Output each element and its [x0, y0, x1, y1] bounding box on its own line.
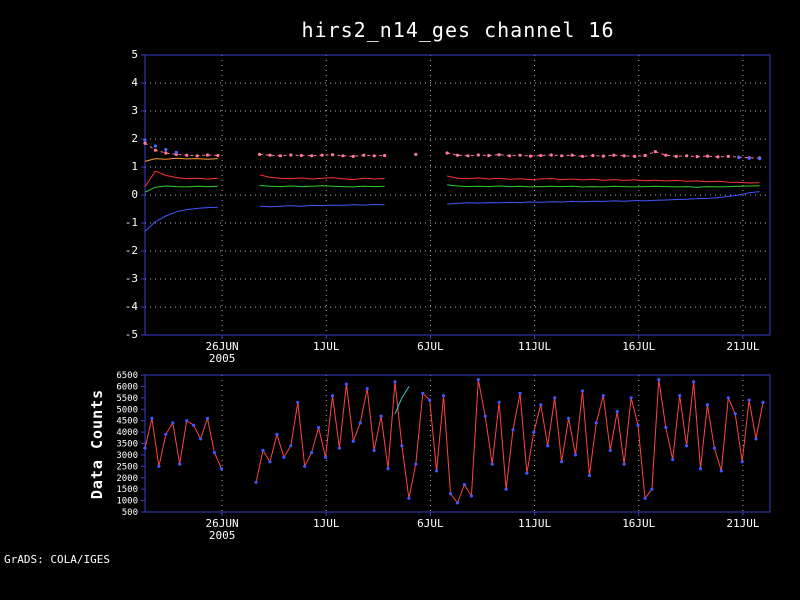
svg-text:11JUL: 11JUL	[518, 340, 551, 353]
bottom-chart: 26JUN20051JUL 6JUL 11JUL 16JUL 21JUL65006000…	[116, 371, 771, 542]
svg-text:1JUL: 1JUL	[313, 517, 340, 530]
svg-text:2005: 2005	[209, 529, 236, 542]
svg-text:6JUL: 6JUL	[417, 340, 444, 353]
grads-window: 26JUN 2005 1JUL 6JUL 11JUL 16JUL 21JUL 5 4 3 2 1 0 -1…	[0, 0, 800, 600]
svg-text:3000: 3000	[116, 451, 138, 461]
svg-text:-1: -1	[125, 216, 138, 229]
top-chart: 26JUN20051JUL 6JUL 11JUL 16JUL 21JUL543210-1…	[125, 48, 771, 365]
svg-text:1JUL: 1JUL	[313, 340, 340, 353]
svg-text:5000: 5000	[116, 405, 138, 415]
svg-text:1500: 1500	[116, 485, 138, 495]
svg-text:2500: 2500	[116, 462, 138, 472]
svg-text:-4: -4	[125, 300, 139, 313]
svg-text:2000: 2000	[116, 474, 138, 484]
svg-text:1000: 1000	[116, 497, 138, 507]
svg-text:3500: 3500	[116, 440, 138, 450]
svg-text:2005: 2005	[209, 352, 236, 365]
svg-text:21JUL: 21JUL	[726, 517, 759, 530]
svg-text:4: 4	[131, 76, 138, 89]
svg-text:1: 1	[131, 160, 138, 173]
svg-text:5: 5	[131, 48, 138, 61]
svg-text:16JUL: 16JUL	[622, 340, 655, 353]
svg-text:16JUL: 16JUL	[622, 517, 655, 530]
svg-text:-5: -5	[125, 328, 138, 341]
grads-credit: GrADS: COLA/IGES	[4, 553, 110, 566]
svg-text:21JUL: 21JUL	[726, 340, 759, 353]
svg-text:-2: -2	[125, 244, 138, 257]
svg-text:2: 2	[131, 132, 138, 145]
svg-text:0: 0	[131, 188, 138, 201]
data-counts-axis-label: Data Counts	[88, 388, 106, 500]
svg-text:-3: -3	[125, 272, 138, 285]
svg-text:5500: 5500	[116, 394, 138, 404]
svg-text:6JUL: 6JUL	[417, 517, 444, 530]
svg-text:4500: 4500	[116, 417, 138, 427]
svg-text:11JUL: 11JUL	[518, 517, 551, 530]
svg-text:4000: 4000	[116, 428, 138, 438]
svg-text:6000: 6000	[116, 382, 138, 392]
svg-text:500: 500	[122, 508, 138, 518]
page-title: hirs2_n14_ges channel 16	[301, 18, 615, 42]
svg-text:3: 3	[131, 104, 138, 117]
svg-text:6500: 6500	[116, 371, 138, 381]
charts-canvas: 26JUN20051JUL 6JUL 11JUL 16JUL 21JUL543210-1…	[116, 48, 771, 542]
